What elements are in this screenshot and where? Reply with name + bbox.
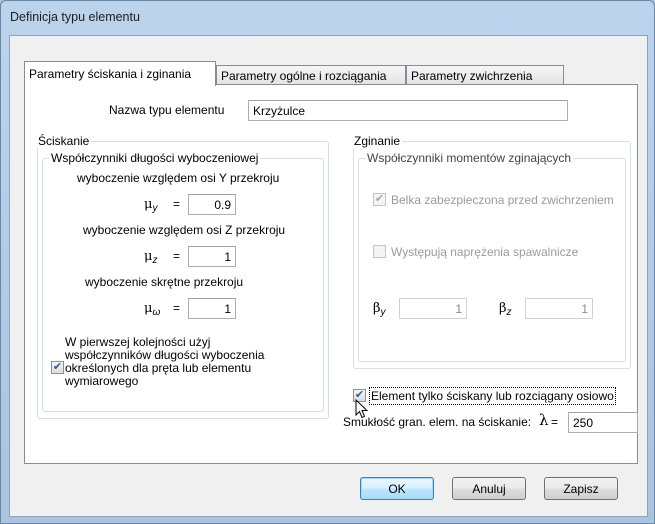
element-type-name-input[interactable] [248,100,568,121]
dialog-client-area: Parametry ściskania i zginania Parametry… [9,35,648,517]
buckling-length-subgroup: Współczynniki długości wyboczeniowej wyb… [42,151,324,412]
mu-y-input[interactable] [188,194,236,215]
priority-checkbox[interactable]: ✔ [51,361,64,374]
mu-z-equals: = [173,249,181,263]
bending-moment-subgroup-title: Współczynniki momentów zginających [365,151,574,165]
priority-text-line2: współczynników długości wyboczenia [65,348,265,362]
tab-panel: Nazwa typu elementu Ściskanie Współczynn… [24,84,638,464]
slenderness-label: Smukłość gran. elem. na ściskanie: [343,415,532,429]
lambda-symbol: λ [539,411,549,429]
window-title: Definicja typu elementu [10,10,140,24]
mu-omega-input[interactable] [188,298,236,319]
beta-y-input[interactable] [399,298,467,319]
priority-text-line3: określonych dla pręta lub elementu [65,361,252,375]
welding-stress-checkbox[interactable] [373,245,386,258]
bending-group-title: Zginanie [352,134,403,148]
bending-moment-subgroup: Współczynniki momentów zginających ✔ Bel… [358,151,626,362]
cancel-button[interactable]: Anuluj [452,477,526,500]
welding-stress-label: Występują naprężenia spawalnicze [391,245,579,259]
lambda-equals: = [551,415,559,429]
beta-z-input[interactable] [525,298,593,319]
beta-y-symbol: βy [373,301,386,318]
compression-group: Ściskanie Współczynniki długości wybocze… [36,134,329,419]
tab-general-tension[interactable]: Parametry ogólne i rozciągania [216,65,406,85]
tab-compression-bending[interactable]: Parametry ściskania i zginania [24,61,216,86]
mu-z-symbol: μz [144,249,158,266]
save-button[interactable]: Zapisz [544,477,618,500]
mu-omega-equals: = [173,301,181,315]
tab-lateral-buckling[interactable]: Parametry zwichrzenia [406,65,564,85]
bending-group: Zginanie Współczynniki momentów zginając… [352,134,631,369]
priority-text-line1: W pierwszej kolejności użyj [65,335,211,349]
beam-secured-checkbox[interactable]: ✔ [373,193,386,206]
mu-y-equals: = [173,197,181,211]
mu-z-input[interactable] [188,246,236,267]
buckling-z-label: wyboczenie względem osi Z przekroju [83,223,286,237]
mu-omega-symbol: μω [144,301,161,318]
compression-group-title: Ściskanie [36,134,92,148]
ok-button[interactable]: OK [360,477,434,500]
mouse-cursor-icon [355,399,369,419]
mu-y-symbol: μy [144,197,158,214]
axial-only-label[interactable]: Element tylko ściskany lub rozciągany os… [369,387,616,405]
beam-secured-label: Belka zabezpieczona przed zwichrzeniem [391,193,614,207]
buckling-y-label: wyboczenie względem osi Y przekroju [77,171,280,185]
buckling-torsional-label: wyboczenie skrętne przekroju [85,275,244,289]
dialog-window: Definicja typu elementu Parametry ściska… [0,0,655,524]
buckling-length-subgroup-title: Współczynniki długości wyboczeniowej [49,151,261,165]
beta-z-symbol: βz [499,301,512,318]
slenderness-input[interactable] [568,412,638,433]
element-type-name-label: Nazwa typu elementu [109,103,225,117]
priority-text-line4: wymiarowego [65,374,139,388]
